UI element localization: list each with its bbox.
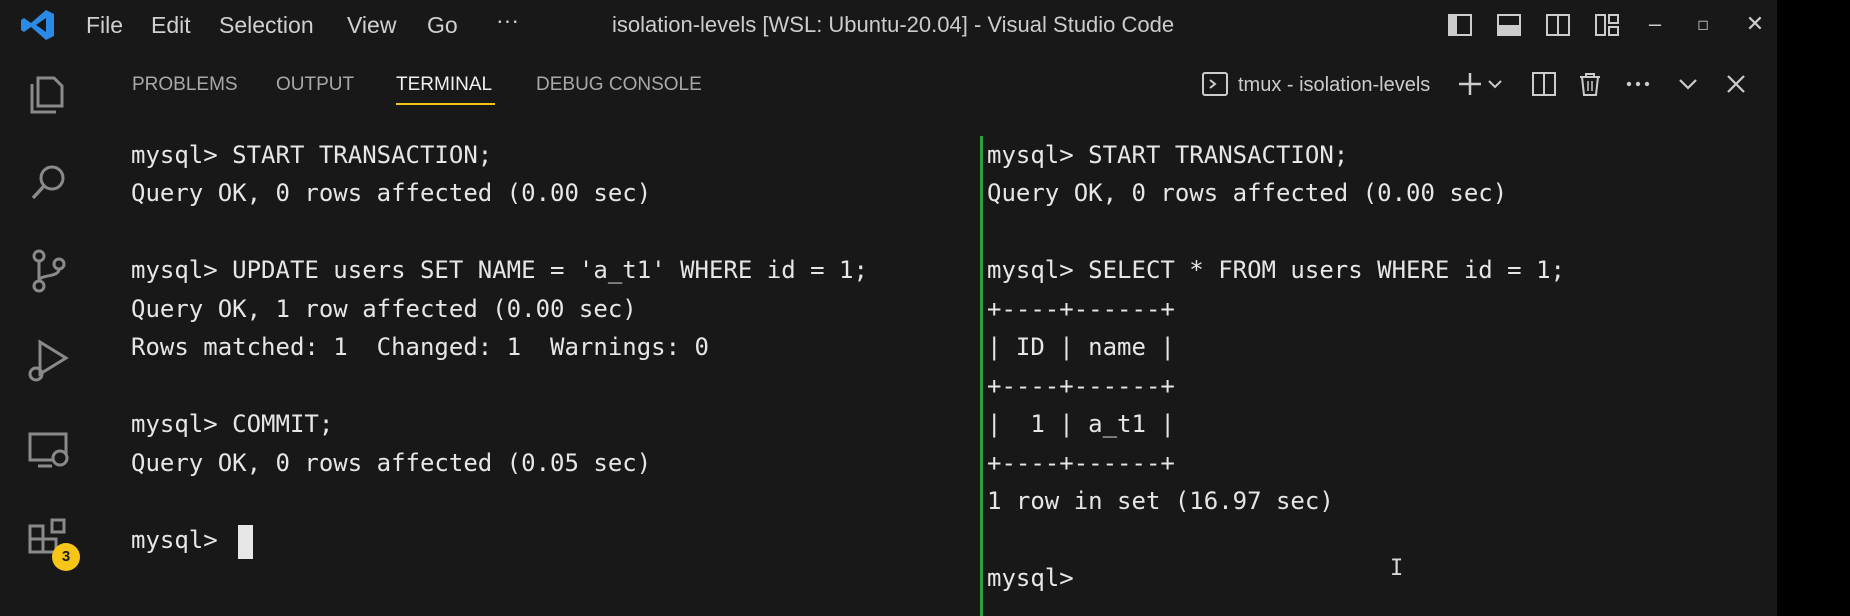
terminal-right-line: Query OK, 0 rows affected (0.00 sec) bbox=[987, 179, 1508, 207]
terminal-left-line: Query OK, 1 row affected (0.00 sec) bbox=[131, 295, 637, 323]
terminal-left-prompt[interactable]: mysql> bbox=[131, 522, 232, 558]
active-tab-indicator bbox=[396, 103, 495, 105]
terminal-cursor bbox=[238, 525, 253, 559]
remote-explorer-icon[interactable] bbox=[24, 424, 74, 474]
window-title: isolation-levels [WSL: Ubuntu-20.04] - V… bbox=[612, 12, 1175, 37]
menu-view[interactable]: View bbox=[347, 11, 396, 39]
tab-debug-console[interactable]: DEBUG CONSOLE bbox=[536, 71, 702, 99]
maximize-panel-icon[interactable] bbox=[1674, 70, 1702, 98]
trash-icon[interactable] bbox=[1576, 70, 1604, 98]
menu-go[interactable]: Go bbox=[427, 11, 458, 39]
search-icon[interactable] bbox=[24, 158, 74, 208]
vscode-window: File Edit Selection View Go ··· isolatio… bbox=[0, 0, 1777, 616]
toggle-primary-sidebar-icon[interactable] bbox=[1447, 12, 1473, 38]
result-table-row: | 1 | a_t1 | bbox=[987, 410, 1175, 438]
tab-problems[interactable]: PROBLEMS bbox=[132, 71, 238, 99]
terminal-icon bbox=[1202, 72, 1228, 96]
split-terminal-icon[interactable] bbox=[1530, 70, 1558, 98]
terminal-right-line: mysql> START TRANSACTION; bbox=[987, 141, 1349, 169]
menu-file[interactable]: File bbox=[86, 11, 123, 39]
terminal-name[interactable]: tmux - isolation-levels bbox=[1238, 71, 1430, 99]
toggle-secondary-sidebar-icon[interactable] bbox=[1545, 12, 1571, 38]
extensions-badge: 3 bbox=[52, 543, 80, 571]
new-terminal-icon[interactable] bbox=[1456, 70, 1484, 98]
title-bar: File Edit Selection View Go ··· isolatio… bbox=[0, 0, 1777, 50]
result-table-border: +----+------+ bbox=[987, 449, 1175, 477]
toggle-panel-icon[interactable] bbox=[1496, 12, 1522, 38]
terminal-left-line: Query OK, 0 rows affected (0.00 sec) bbox=[131, 179, 652, 207]
vscode-logo-icon bbox=[21, 10, 54, 40]
more-actions-icon[interactable] bbox=[1624, 70, 1652, 98]
tab-output[interactable]: OUTPUT bbox=[276, 71, 354, 99]
menu-selection[interactable]: Selection bbox=[219, 11, 314, 39]
close-panel-icon[interactable] bbox=[1722, 70, 1750, 98]
result-table-border: +----+------+ bbox=[987, 372, 1175, 400]
source-control-icon[interactable] bbox=[24, 246, 74, 296]
terminal-left-line: mysql> COMMIT; bbox=[131, 410, 334, 438]
maximize-icon[interactable]: ◻ bbox=[1689, 10, 1717, 38]
text-cursor-icon: I bbox=[1390, 556, 1404, 581]
tab-terminal[interactable]: TERMINAL bbox=[396, 71, 492, 99]
black-edge bbox=[1777, 0, 1850, 616]
menu-more[interactable]: ··· bbox=[496, 6, 519, 34]
terminal-left-line: Query OK, 0 rows affected (0.05 sec) bbox=[131, 449, 652, 477]
explorer-icon[interactable] bbox=[24, 70, 74, 120]
result-table-header: | ID | name | bbox=[987, 333, 1175, 361]
tmux-pane-divider[interactable] bbox=[980, 136, 983, 616]
terminal-left-line: mysql> UPDATE users SET NAME = 'a_t1' WH… bbox=[131, 256, 868, 284]
minimize-icon[interactable]: – bbox=[1641, 10, 1669, 38]
customize-layout-icon[interactable] bbox=[1594, 12, 1620, 38]
terminal-left-line: Rows matched: 1 Changed: 1 Warnings: 0 bbox=[131, 333, 709, 361]
terminal-right-line: 1 row in set (16.97 sec) bbox=[987, 487, 1334, 515]
terminal-left-line: mysql> START TRANSACTION; bbox=[131, 141, 493, 169]
terminal-right-line: mysql> SELECT * FROM users WHERE id = 1; bbox=[987, 256, 1565, 284]
run-debug-icon[interactable] bbox=[24, 334, 74, 384]
chevron-down-icon[interactable] bbox=[1486, 70, 1504, 98]
result-table-border: +----+------+ bbox=[987, 295, 1175, 323]
close-window-icon[interactable]: ✕ bbox=[1741, 10, 1769, 38]
terminal-right-prompt[interactable]: mysql> bbox=[987, 560, 1074, 596]
menu-edit[interactable]: Edit bbox=[151, 11, 191, 39]
